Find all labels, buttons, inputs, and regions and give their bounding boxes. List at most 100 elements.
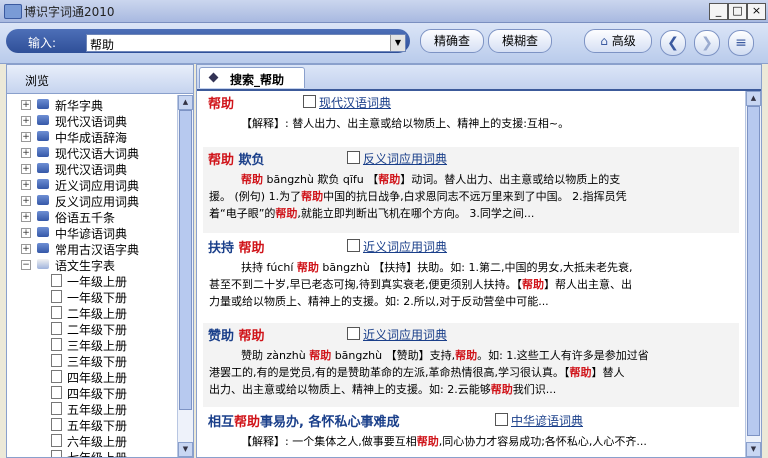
book-icon [37,147,49,157]
expand-icon[interactable]: + [21,180,31,190]
keyword-highlight: 帮助 [455,349,478,362]
tree-item-label: 四年级下册 [67,387,128,401]
page-icon [51,386,62,399]
expand-icon[interactable]: + [21,164,31,174]
scroll-up-icon[interactable]: ▲ [178,95,193,110]
source-label: 反义词应用词典 [363,152,448,166]
dictionary-icon [347,151,360,164]
body-text: 【解释】: 一个集体之人,做事要互相 [241,435,417,448]
expand-icon[interactable]: + [21,244,31,254]
scroll-thumb[interactable] [179,110,192,410]
result-headword[interactable]: 相互帮助事易办, 各怀私心事难成 [208,411,400,430]
body-text: ,就能立即判断出飞机在哪个方向。 3.同学之间... [297,207,535,220]
expand-icon[interactable]: + [21,148,31,158]
body-text: 中国的抗日战争,白求恩同志不远万里来到了中国。 2.指挥员凭 [323,190,627,203]
menu-button[interactable]: ≡ [728,30,754,56]
source-dictionary-link[interactable]: 近义词应用词典 [347,326,447,343]
body-text: 港罢工的,有的是党员,有的是赞助革命的左派,革命热情很高,学习很认真。【 [209,366,570,379]
forward-button[interactable]: ❯ [694,30,720,56]
body-text: 力量或给以物质上、精神上的支援。如: 2.所以,对于反动营垒中可能... [209,295,549,308]
keyword-highlight: 帮助 [378,173,401,186]
body-line: 出力、出主意或给以物质上、精神上的支援。如: 2.云能够帮助我们识... [209,381,731,398]
expand-icon[interactable]: + [21,116,31,126]
close-button[interactable]: × [747,3,766,20]
body-text: 】替人 [591,366,625,379]
source-dictionary-link[interactable]: 现代汉语词典 [303,94,391,111]
result-headword[interactable]: 赞助 帮助 [208,325,265,344]
book-icon [37,99,49,109]
scroll-down-icon[interactable]: ▼ [746,442,761,457]
body-text: 【解释】: 替人出力、出主意或给以物质上、精神上的支援:互相~。 [241,117,570,130]
body-text: 着“电子眼”的 [209,207,276,220]
book-icon [37,179,49,189]
search-input[interactable]: 帮助 ▼ [86,34,406,52]
scroll-thumb[interactable] [747,106,760,436]
tree-item-label: 三年级上册 [67,339,128,353]
headword-part: 帮助 [234,415,261,430]
menu-icon: ≡ [735,35,747,51]
body-line: 甚至不到二十岁,早已老态可掬,待到真实衰老,便更须别人扶持。【帮助】帮人出主意、… [209,276,731,293]
expand-icon[interactable]: + [21,212,31,222]
tree-item-label: 新华字典 [55,99,104,113]
browse-panel: 浏览 + 新华字典 + 现代汉语词典 + 中华成语辞海 + 现代汉语大词典 + 现代汉语词典 + 近义… [6,64,194,458]
result-headword[interactable]: 扶持 帮助 [208,237,265,256]
maximize-button[interactable]: □ [728,3,747,20]
book-icon [37,163,49,173]
result-headword[interactable]: 帮助 [208,93,234,112]
source-dictionary-link[interactable]: 中华谚语词典 [495,412,583,429]
headword-part: 欺负 [234,153,265,168]
dropdown-arrow-icon[interactable]: ▼ [390,35,405,51]
book-icon [37,243,49,253]
body-text: 扶持 fúchí [241,261,297,274]
keyword-highlight: 帮助 [296,261,319,274]
dictionary-icon [347,239,360,252]
expand-icon[interactable]: + [21,100,31,110]
tree-item-label: 常用古汉语字典 [55,243,140,257]
result-entry: 扶持 帮助 近义词应用词典扶持 fúchí 帮助 bāngzhù 【扶持】扶助。如… [203,235,739,321]
tree-item-label: 中华成语辞海 [55,131,128,145]
tree-item-label: 俗语五千条 [55,211,116,225]
results-panel: 搜索_帮助 帮助 现代汉语词典【解释】: 替人出力、出主意或给以物质上、精神上的支… [196,64,762,458]
fuzzy-search-button[interactable]: 模糊查 [488,29,552,53]
results-scrollbar[interactable]: ▲ ▼ [745,91,761,457]
tab-search-result[interactable]: 搜索_帮助 [199,67,305,88]
headword-part: 事易办, 各怀私心事难成 [260,415,400,430]
body-line: 援。 (例句) 1.为了帮助中国的抗日战争,白求恩同志不远万里来到了中国。 2.… [209,188,731,205]
tree-item-label: 中华谚语词典 [55,227,128,241]
book-icon [37,227,49,237]
page-icon [51,274,62,287]
expand-icon[interactable]: + [21,196,31,206]
source-label: 现代汉语词典 [319,96,392,110]
body-text: 赞助 zànzhù [241,349,310,362]
source-dictionary-link[interactable]: 近义词应用词典 [347,238,447,255]
result-entry: 帮助 欺负 反义词应用词典 帮助 bāngzhù 欺负 qīfu 【帮助】动词。替人… [203,147,739,233]
minimize-button[interactable]: _ [709,3,728,20]
advanced-button[interactable]: ⌂ 高级 [584,29,652,53]
page-icon [51,418,62,431]
body-text: bāngzhù 【扶持】扶助。如: 1.第二,中国的男女,大抵未老先衰, [318,261,633,274]
tree-item-label: 现代汉语大词典 [55,147,140,161]
source-dictionary-link[interactable]: 反义词应用词典 [347,150,447,167]
book-icon [37,131,49,141]
expand-icon[interactable]: + [21,228,31,238]
exact-search-button[interactable]: 精确查 [420,29,484,53]
back-button[interactable]: ❮ [660,30,686,56]
headword-part: 赞助 [208,329,235,344]
scroll-down-icon[interactable]: ▼ [178,442,193,457]
collapse-icon[interactable]: − [21,260,31,270]
body-line: 着“电子眼”的帮助,就能立即判断出飞机在哪个方向。 3.同学之间... [209,205,731,222]
scroll-up-icon[interactable]: ▲ [746,91,761,106]
tree-item-label: 五年级下册 [67,419,128,433]
dictionary-icon [303,95,316,108]
search-input-value: 帮助 [90,38,115,52]
page-icon [51,338,62,351]
keyword-highlight: 帮助 [275,207,298,220]
headword-part: 扶持 [208,241,235,256]
result-entry: 帮助 现代汉语词典【解释】: 替人出力、出主意或给以物质上、精神上的支援:互相~。 [203,91,739,145]
result-headword[interactable]: 帮助 欺负 [208,149,265,168]
tree-item-label: 四年级上册 [67,371,128,385]
tree-item-label: 一年级上册 [67,275,128,289]
expand-icon[interactable]: + [21,132,31,142]
tree-scrollbar[interactable]: ▲ ▼ [177,95,193,457]
keyword-highlight: 帮助 [522,278,544,291]
